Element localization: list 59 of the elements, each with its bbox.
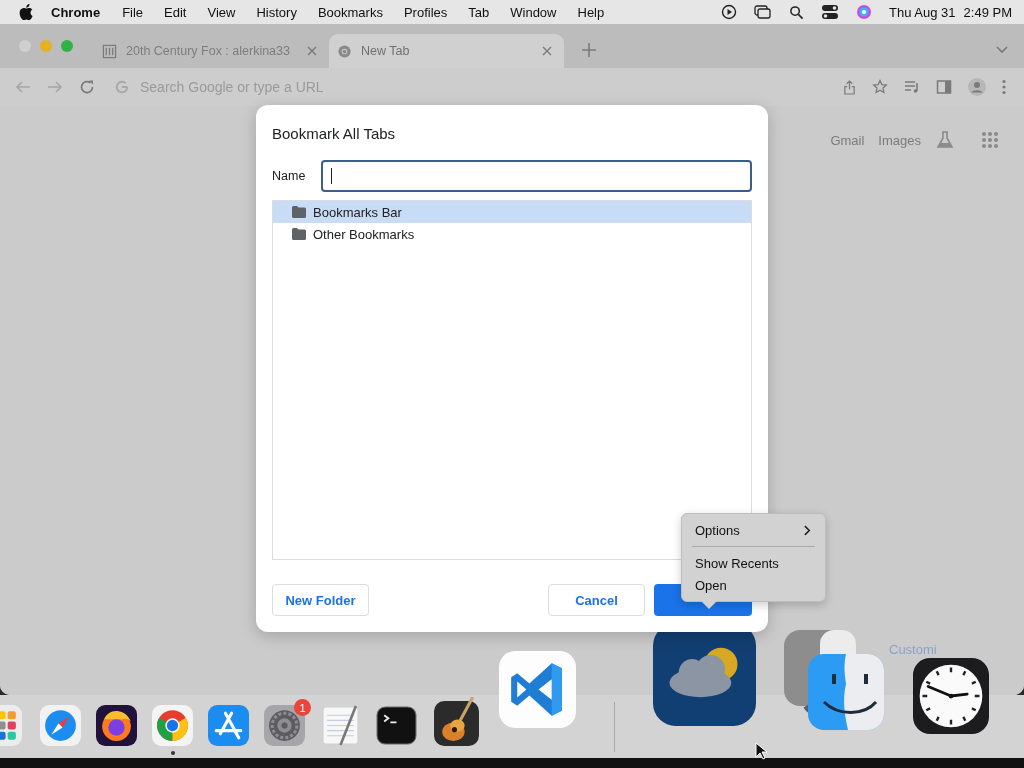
name-field[interactable] [321, 160, 752, 192]
submenu-item[interactable]: Options [682, 519, 825, 541]
flask-icon[interactable] [935, 130, 955, 150]
folder-row[interactable]: Other Bookmarks [273, 223, 751, 245]
app-menu[interactable]: Chrome [51, 4, 101, 20]
close-icon[interactable] [542, 46, 552, 56]
dialog-title: Bookmark All Tabs [272, 125, 397, 142]
clock-icon[interactable] [913, 658, 989, 734]
side-panel-icon[interactable] [936, 79, 952, 95]
more-icon[interactable] [1002, 79, 1006, 95]
notepad-icon[interactable] [320, 705, 361, 746]
building-icon [102, 43, 117, 59]
menu-item[interactable]: History [256, 4, 297, 20]
menu-item[interactable]: File [122, 4, 144, 20]
search-icon[interactable] [789, 4, 805, 20]
compass-icon[interactable] [40, 705, 81, 746]
g-logo-icon [115, 80, 129, 94]
list-icon[interactable] [904, 79, 920, 95]
apple-icon[interactable] [19, 4, 33, 20]
gear-icon[interactable] [264, 705, 305, 746]
app-store-icon[interactable] [208, 705, 249, 746]
reload-icon[interactable] [79, 79, 95, 95]
menu-time[interactable]: 2:49 PM [963, 4, 1012, 20]
chevron-right-icon [804, 524, 811, 536]
folder-icon [292, 206, 306, 218]
windows-icon[interactable] [754, 4, 773, 20]
cancel-button[interactable]: Cancel [548, 584, 645, 616]
smiley-face-icon[interactable] [784, 630, 884, 730]
new-tab-icon[interactable] [582, 43, 596, 57]
menu-item[interactable]: Tab [468, 4, 490, 20]
siri-icon[interactable] [856, 4, 873, 20]
menu-item[interactable]: Bookmarks [317, 4, 383, 20]
play-icon[interactable] [721, 4, 738, 20]
star-icon[interactable] [872, 79, 888, 95]
chevron-down-icon[interactable] [996, 46, 1008, 54]
globe-icon [337, 43, 352, 59]
menu-item[interactable]: Profiles [403, 4, 448, 20]
apps-grid-icon[interactable] [981, 131, 999, 149]
menu-item[interactable]: Show Recents [682, 552, 825, 574]
profile-icon[interactable] [968, 78, 986, 96]
menu-date[interactable]: Thu Aug 31 [889, 4, 956, 20]
notification-badge: 1 [294, 699, 311, 716]
folder-row[interactable]: Bookmarks Bar [273, 201, 751, 223]
menu-item[interactable]: Window [510, 4, 557, 20]
guitar-icon[interactable] [432, 697, 481, 746]
folder-icon [292, 228, 306, 240]
toggles-icon[interactable] [821, 4, 840, 20]
menu-item[interactable]: Help [577, 4, 605, 20]
cursor-icon [755, 742, 767, 760]
close-icon[interactable] [307, 46, 317, 56]
menu-item[interactable]: Open [682, 574, 825, 596]
menu-item[interactable]: View [207, 4, 236, 20]
terminal-icon[interactable] [376, 705, 417, 746]
code-editor-icon[interactable] [499, 651, 576, 728]
name-label: Name [272, 169, 307, 183]
new-folder-button[interactable]: New Folder [272, 584, 369, 616]
share-icon[interactable] [843, 79, 856, 95]
flame-globe-icon[interactable] [96, 705, 137, 746]
menu-item[interactable]: Edit [164, 4, 187, 20]
